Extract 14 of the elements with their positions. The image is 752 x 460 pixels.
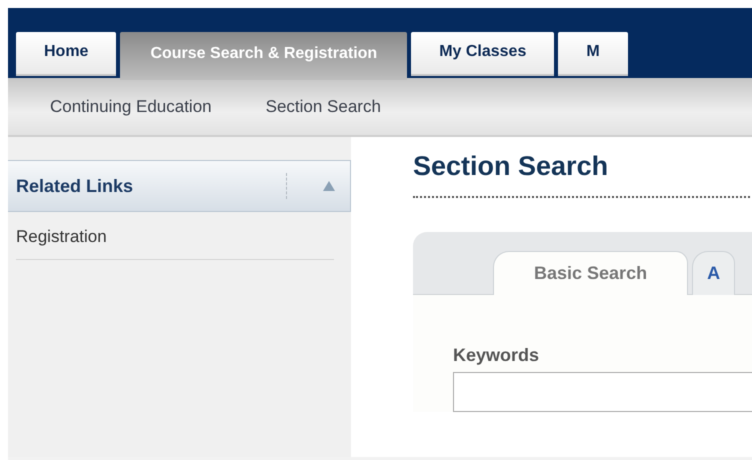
sub-nav-link[interactable]: Continuing Education — [50, 96, 212, 116]
sub-nav-link[interactable]: Section Search — [266, 96, 381, 116]
search-tab[interactable]: Basic Search — [493, 251, 688, 295]
nav-tab[interactable]: Home — [16, 32, 116, 76]
triangle-up-icon — [322, 180, 336, 192]
nav-tab[interactable]: My Classes — [411, 32, 554, 76]
sidebar-title: Related Links — [16, 176, 134, 196]
input-field[interactable] — [453, 372, 752, 412]
page-title: Section Search — [413, 151, 752, 198]
collapse-button[interactable] — [286, 173, 336, 199]
search-tab[interactable]: A — [692, 251, 736, 295]
nav-tab[interactable]: M — [558, 32, 628, 76]
field-label: Keywords — [453, 345, 540, 366]
sidebar-link[interactable]: Registration — [16, 212, 334, 260]
